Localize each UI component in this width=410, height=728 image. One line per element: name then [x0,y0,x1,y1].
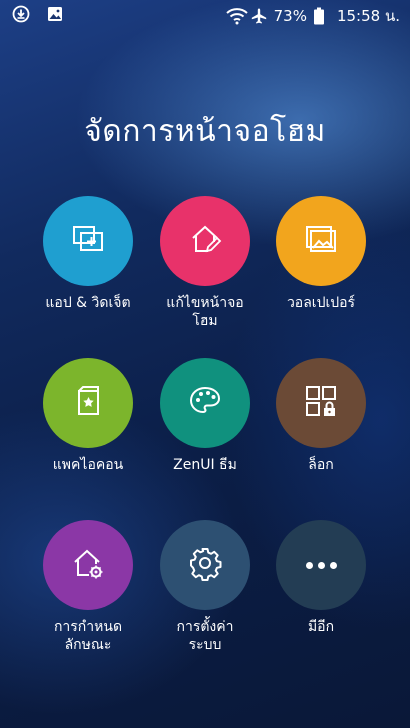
status-bar: 73% 15:58 น. [0,0,410,28]
more-tile[interactable]: มีอีก [256,520,386,680]
download-notification-icon [12,5,30,23]
zenui-theme-button[interactable] [160,358,250,448]
more-dots-icon [305,561,337,569]
icon-pack-button[interactable] [43,358,133,448]
customize-button[interactable] [43,520,133,610]
system-settings-tile[interactable]: การตั้งค่า ระบบ [140,520,270,680]
home-settings-icon [70,545,106,585]
icon-pack-label: แพคไอคอน [52,457,124,473]
airplane-mode-icon [250,7,268,25]
palette-icon [187,383,223,423]
system-settings-label: การตั้งค่า ระบบ [176,619,234,653]
system-settings-button[interactable] [160,520,250,610]
clock: 15:58 น. [336,7,400,25]
lock-tile[interactable]: ล็อก [256,358,386,518]
customize-tile[interactable]: การกำหนด ลักษณะ [23,520,153,680]
edit-home-icon [187,221,223,261]
icon-pack-tile[interactable]: แพคไอคอน [23,358,153,518]
zenui-theme-label: ZenUI ธีม [173,457,237,473]
customize-label: การกำหนด ลักษณะ [53,619,123,653]
battery-percentage: 73% [273,7,307,25]
image-notification-icon [46,5,64,23]
more-label: มีอีก [307,619,335,635]
lock-layout-icon [303,383,339,423]
apps-widgets-button[interactable] [43,196,133,286]
edit-home-tile[interactable]: แก้ไขหน้าจอ โฮม [140,196,270,356]
wallpaper-label: วอลเปเปอร์ [286,295,356,311]
more-button[interactable] [276,520,366,610]
wallpaper-icon [303,221,339,261]
wallpaper-tile[interactable]: วอลเปเปอร์ [256,196,386,356]
wallpaper-button[interactable] [276,196,366,286]
apps-widgets-icon [70,221,106,261]
apps-widgets-tile[interactable]: แอป & วิดเจ็ต [23,196,153,356]
zenui-theme-tile[interactable]: ZenUI ธีม [140,358,270,518]
icon-pack-icon [70,383,106,423]
wifi-icon [225,7,248,25]
edit-home-button[interactable] [160,196,250,286]
edit-home-label: แก้ไขหน้าจอ โฮม [166,295,244,329]
lock-label: ล็อก [308,457,334,473]
lock-button[interactable] [276,358,366,448]
gear-icon [187,545,223,585]
battery-icon [313,7,331,25]
apps-widgets-label: แอป & วิดเจ็ต [45,295,131,311]
page-title: จัดการหน้าจอโฮม [84,114,326,149]
